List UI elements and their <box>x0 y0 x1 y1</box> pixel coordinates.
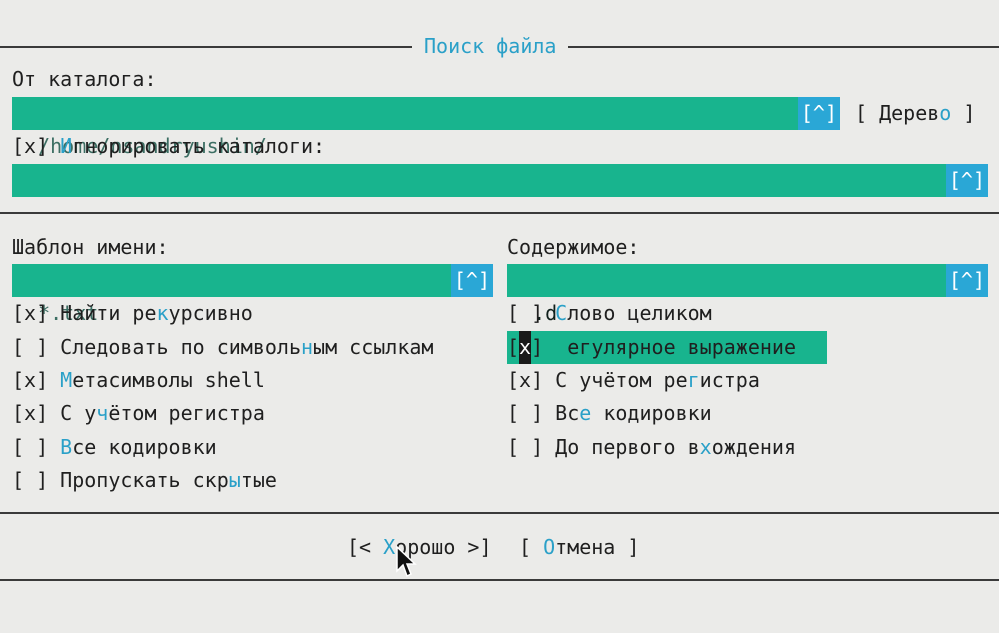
option-label-post: се кодировки <box>72 435 217 459</box>
option-box: [x] <box>12 401 49 425</box>
name-pattern-label: Шаблон имени: <box>12 235 169 259</box>
option-case-sensitive-name[interactable]: [x] С учётом регистра <box>12 397 265 430</box>
ignore-dirs-input[interactable]: [^] <box>12 164 988 197</box>
ok-button[interactable]: [< Хорошо >] <box>347 531 492 564</box>
section-divider-top <box>0 212 999 214</box>
option-hotkey: к <box>156 301 169 325</box>
option-label-pre: С у <box>60 401 97 425</box>
option-shell-patterns[interactable]: [x] Метасимволы shell <box>12 364 265 397</box>
dialog-bottom-border <box>0 579 999 581</box>
section-divider-bottom <box>0 512 999 514</box>
option-label-pre: Найти ре <box>60 301 157 325</box>
tree-button-hotkey: о <box>939 101 952 125</box>
dialog-title: Поиск файла <box>412 30 569 63</box>
start-dir-label: От каталога: <box>12 67 157 91</box>
option-hotkey: х <box>699 435 712 459</box>
option-label-post: етасимволы shell <box>72 368 265 392</box>
option-box: [ ] <box>12 468 49 492</box>
option-case-sensitive-content[interactable]: [x] С учётом регистра <box>507 364 760 397</box>
tree-button-label-left: [ Дерев <box>855 101 940 125</box>
option-label-post: ождения <box>711 435 797 459</box>
content-label: Содержимое: <box>507 235 640 259</box>
option-label-post: тые <box>240 468 277 492</box>
option-hotkey: ч <box>96 401 109 425</box>
option-regex[interactable]: [x] Регулярное выражение <box>507 331 796 364</box>
ok-button-hotkey: Х <box>383 535 396 559</box>
option-hotkey: В <box>60 435 73 459</box>
ignore-dirs-hotkey: И <box>60 134 73 158</box>
ignore-dirs-checkbox[interactable]: [x] Игнорировать каталоги: <box>12 130 325 163</box>
option-box: [ ] <box>507 435 544 459</box>
cancel-button-right: тмена ] <box>555 535 640 559</box>
ignore-dirs-history-button[interactable]: [^] <box>945 164 988 197</box>
option-whole-words[interactable]: [ ] Слово целиком <box>507 297 712 330</box>
option-box: [ ] <box>12 335 49 359</box>
option-label-post: истра <box>699 368 760 392</box>
option-label-pre: Пропускать скр <box>60 468 229 492</box>
option-box: [ ] <box>12 435 49 459</box>
option-label-pre: До первого в <box>555 435 700 459</box>
option-hotkey: г <box>687 368 700 392</box>
option-first-hit[interactable]: [ ] До первого вхождения <box>507 431 796 464</box>
option-label-post: лово целиком <box>567 301 712 325</box>
option-label-pre: Вс <box>555 401 580 425</box>
option-follow-symlinks[interactable]: [ ] Следовать по символьным ссылкам <box>12 331 433 364</box>
option-box: [ ] <box>507 301 544 325</box>
option-label-post: ым ссылкам <box>313 335 434 359</box>
text-cursor: x <box>519 331 532 364</box>
cancel-button-left: [ <box>519 535 544 559</box>
option-label-post: егулярное выражение <box>567 335 797 359</box>
option-recursive[interactable]: [x] Найти рекурсивно <box>12 297 253 330</box>
option-hotkey: е <box>579 401 592 425</box>
option-label-post: ётом регистра <box>108 401 265 425</box>
option-label-pre: Следовать по символь <box>60 335 301 359</box>
option-box: [x] <box>12 368 49 392</box>
option-box: [x] <box>507 368 544 392</box>
start-dir-input[interactable]: /home/nsandryushin/ [^] <box>12 97 840 158</box>
option-hotkey: Р <box>555 335 568 359</box>
option-label-pre: С учётом ре <box>555 368 688 392</box>
name-pattern-history-button[interactable]: [^] <box>450 264 493 297</box>
option-hotkey: С <box>555 301 568 325</box>
ok-button-left: [< <box>347 535 384 559</box>
content-history-button[interactable]: [^] <box>945 264 988 297</box>
ignore-dirs-label: гнорировать каталоги: <box>72 134 326 158</box>
option-box: [x] <box>12 301 49 325</box>
tree-button-label-right: ] <box>951 101 976 125</box>
tree-button[interactable]: [ Дерево ] <box>855 97 975 130</box>
find-file-dialog: { "dialog": { "title": "Поиск файла" }, … <box>0 0 999 633</box>
option-all-charsets-content[interactable]: [ ] Все кодировки <box>507 397 712 430</box>
option-all-charsets-name[interactable]: [ ] Все кодировки <box>12 431 217 464</box>
option-hotkey: М <box>60 368 73 392</box>
ignore-dirs-box: [x] <box>12 134 49 158</box>
option-box-close: ] <box>531 335 544 359</box>
option-box: [ ] <box>507 401 544 425</box>
dialog-title-bar: Поиск файла <box>0 30 999 63</box>
option-skip-hidden[interactable]: [ ] Пропускать скрытые <box>12 464 277 497</box>
cancel-button[interactable]: [ Отмена ] <box>519 531 639 564</box>
option-label-post: урсивно <box>168 301 253 325</box>
option-label-post: кодировки <box>591 401 712 425</box>
option-hotkey: ы <box>228 468 241 492</box>
mouse-pointer-icon <box>396 545 417 578</box>
option-hotkey: н <box>301 335 314 359</box>
start-dir-history-button[interactable]: [^] <box>797 97 840 130</box>
content-input[interactable]: .d [^] <box>507 264 988 325</box>
option-box-open: [ <box>507 335 520 359</box>
cancel-button-hotkey: О <box>543 535 556 559</box>
name-pattern-input[interactable]: *.txt [^] <box>12 264 493 325</box>
